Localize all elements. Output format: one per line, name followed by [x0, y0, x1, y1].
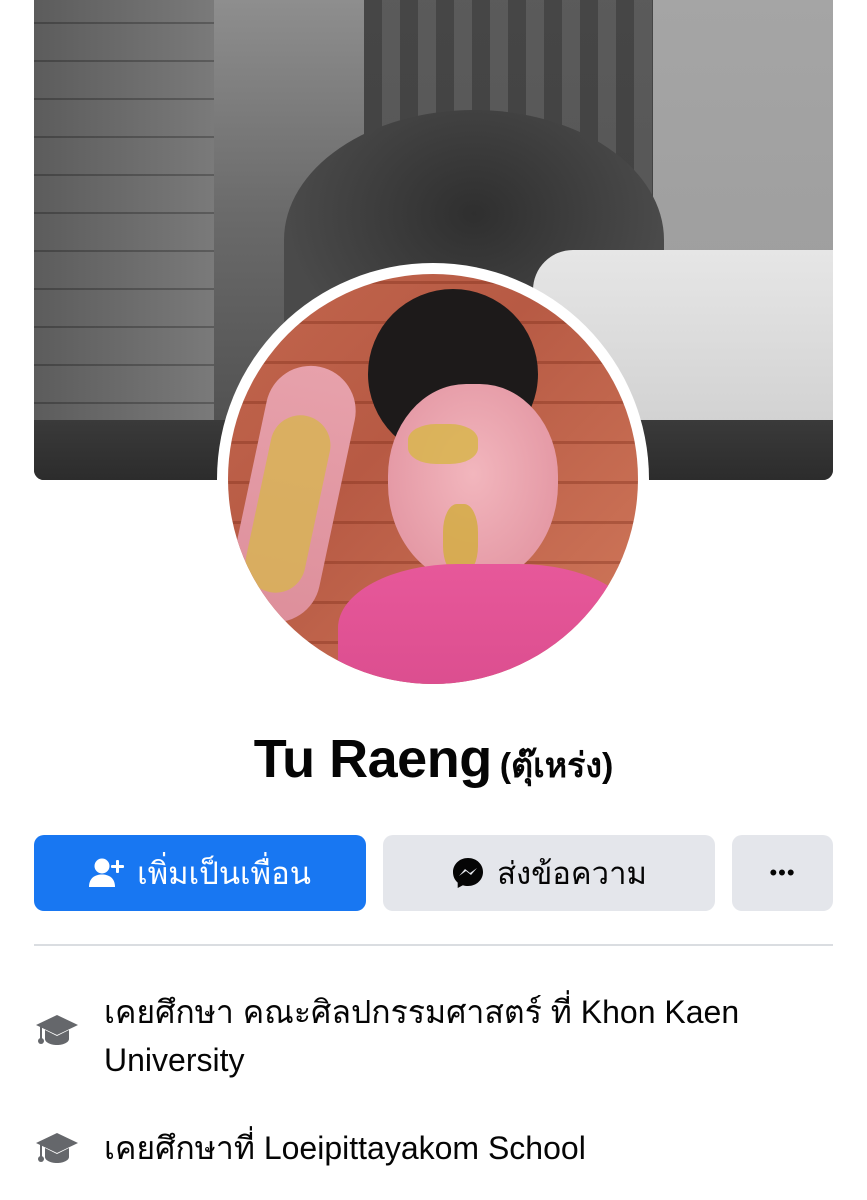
- divider: [34, 944, 833, 946]
- message-label: ส่งข้อความ: [497, 856, 647, 891]
- graduation-cap-icon: [34, 1126, 80, 1172]
- avatar-gold-leaf: [408, 424, 478, 464]
- graduation-cap-icon: [34, 1008, 80, 1054]
- more-options-button[interactable]: •••: [732, 835, 833, 911]
- profile-picture[interactable]: [228, 274, 638, 684]
- add-friend-icon: [89, 857, 125, 889]
- cover-brick-wall: [34, 0, 214, 480]
- profile-name-main: Tu Raeng: [253, 729, 493, 789]
- profile-alternate-name: (ตุ๊เหร่ง): [499, 747, 614, 785]
- add-friend-label: เพิ่มเป็นเพื่อน: [137, 856, 311, 891]
- education-text: เคยศึกษา คณะศิลปกรรมศาสตร์ ที่ Khon Kaen…: [104, 994, 740, 1078]
- messenger-icon: [451, 856, 485, 890]
- education-item: เคยศึกษา คณะศิลปกรรมศาสตร์ ที่ Khon Kaen…: [34, 988, 833, 1084]
- education-item: เคยศึกษาที่ Loeipittayakom School: [34, 1124, 833, 1172]
- profile-name: Tu Raeng (ตุ๊เหร่ง): [0, 728, 867, 792]
- education-text: เคยศึกษาที่ Loeipittayakom School: [104, 1130, 586, 1166]
- add-friend-button[interactable]: เพิ่มเป็นเพื่อน: [34, 835, 366, 911]
- avatar-shirt: [338, 564, 638, 684]
- message-button[interactable]: ส่งข้อความ: [383, 835, 715, 911]
- more-icon: •••: [769, 860, 796, 885]
